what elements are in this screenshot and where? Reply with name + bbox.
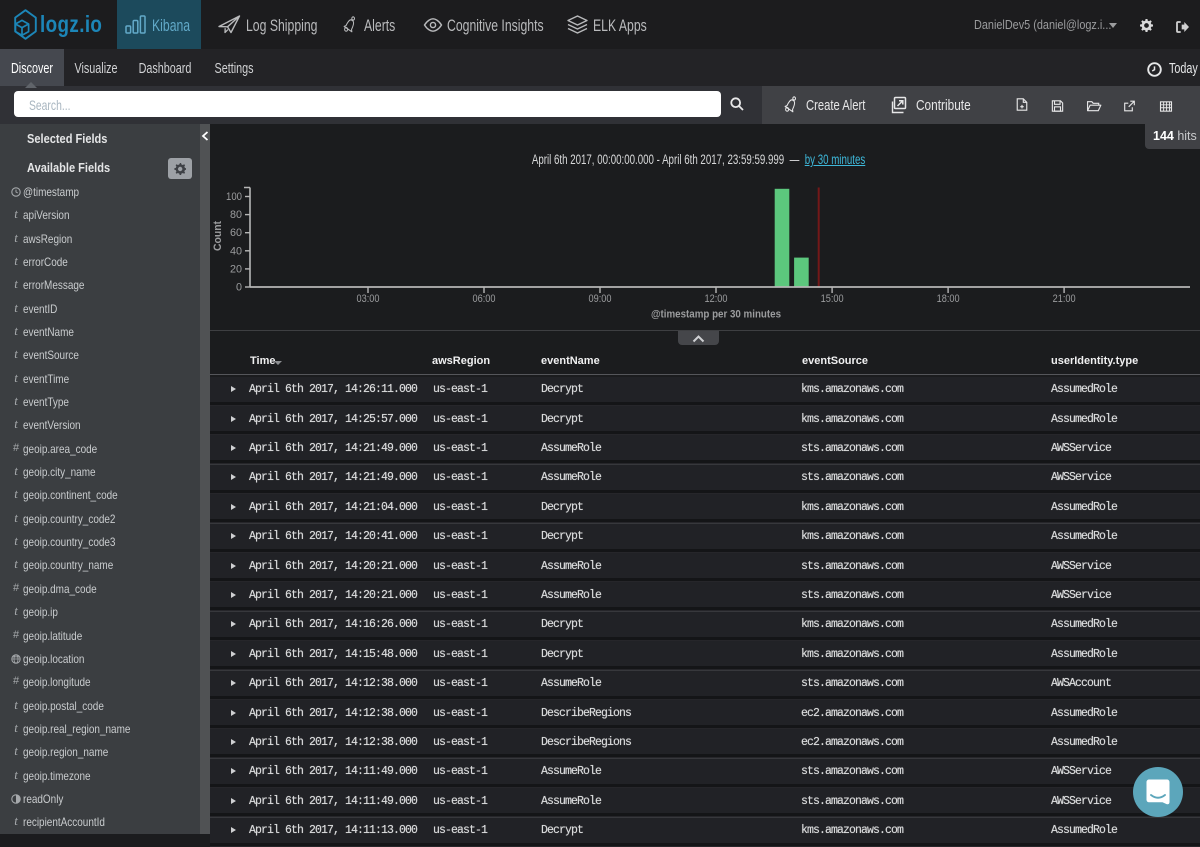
svg-text:20: 20 [230,263,242,275]
svg-text:80: 80 [230,209,242,221]
svg-text:60: 60 [230,227,242,239]
svg-text:18:00: 18:00 [937,293,960,305]
svg-text:100: 100 [226,191,242,203]
svg-text:12:00: 12:00 [705,293,728,305]
svg-text:Count: Count [212,221,224,251]
svg-text:06:00: 06:00 [473,293,496,305]
svg-text:03:00: 03:00 [357,293,380,305]
svg-text:21:00: 21:00 [1053,293,1076,305]
svg-text:40: 40 [230,245,242,257]
svg-text:09:00: 09:00 [589,293,612,305]
svg-text:@timestamp per 30 minutes: @timestamp per 30 minutes [651,309,781,321]
svg-text:15:00: 15:00 [821,293,844,305]
svg-text:0: 0 [236,282,242,294]
